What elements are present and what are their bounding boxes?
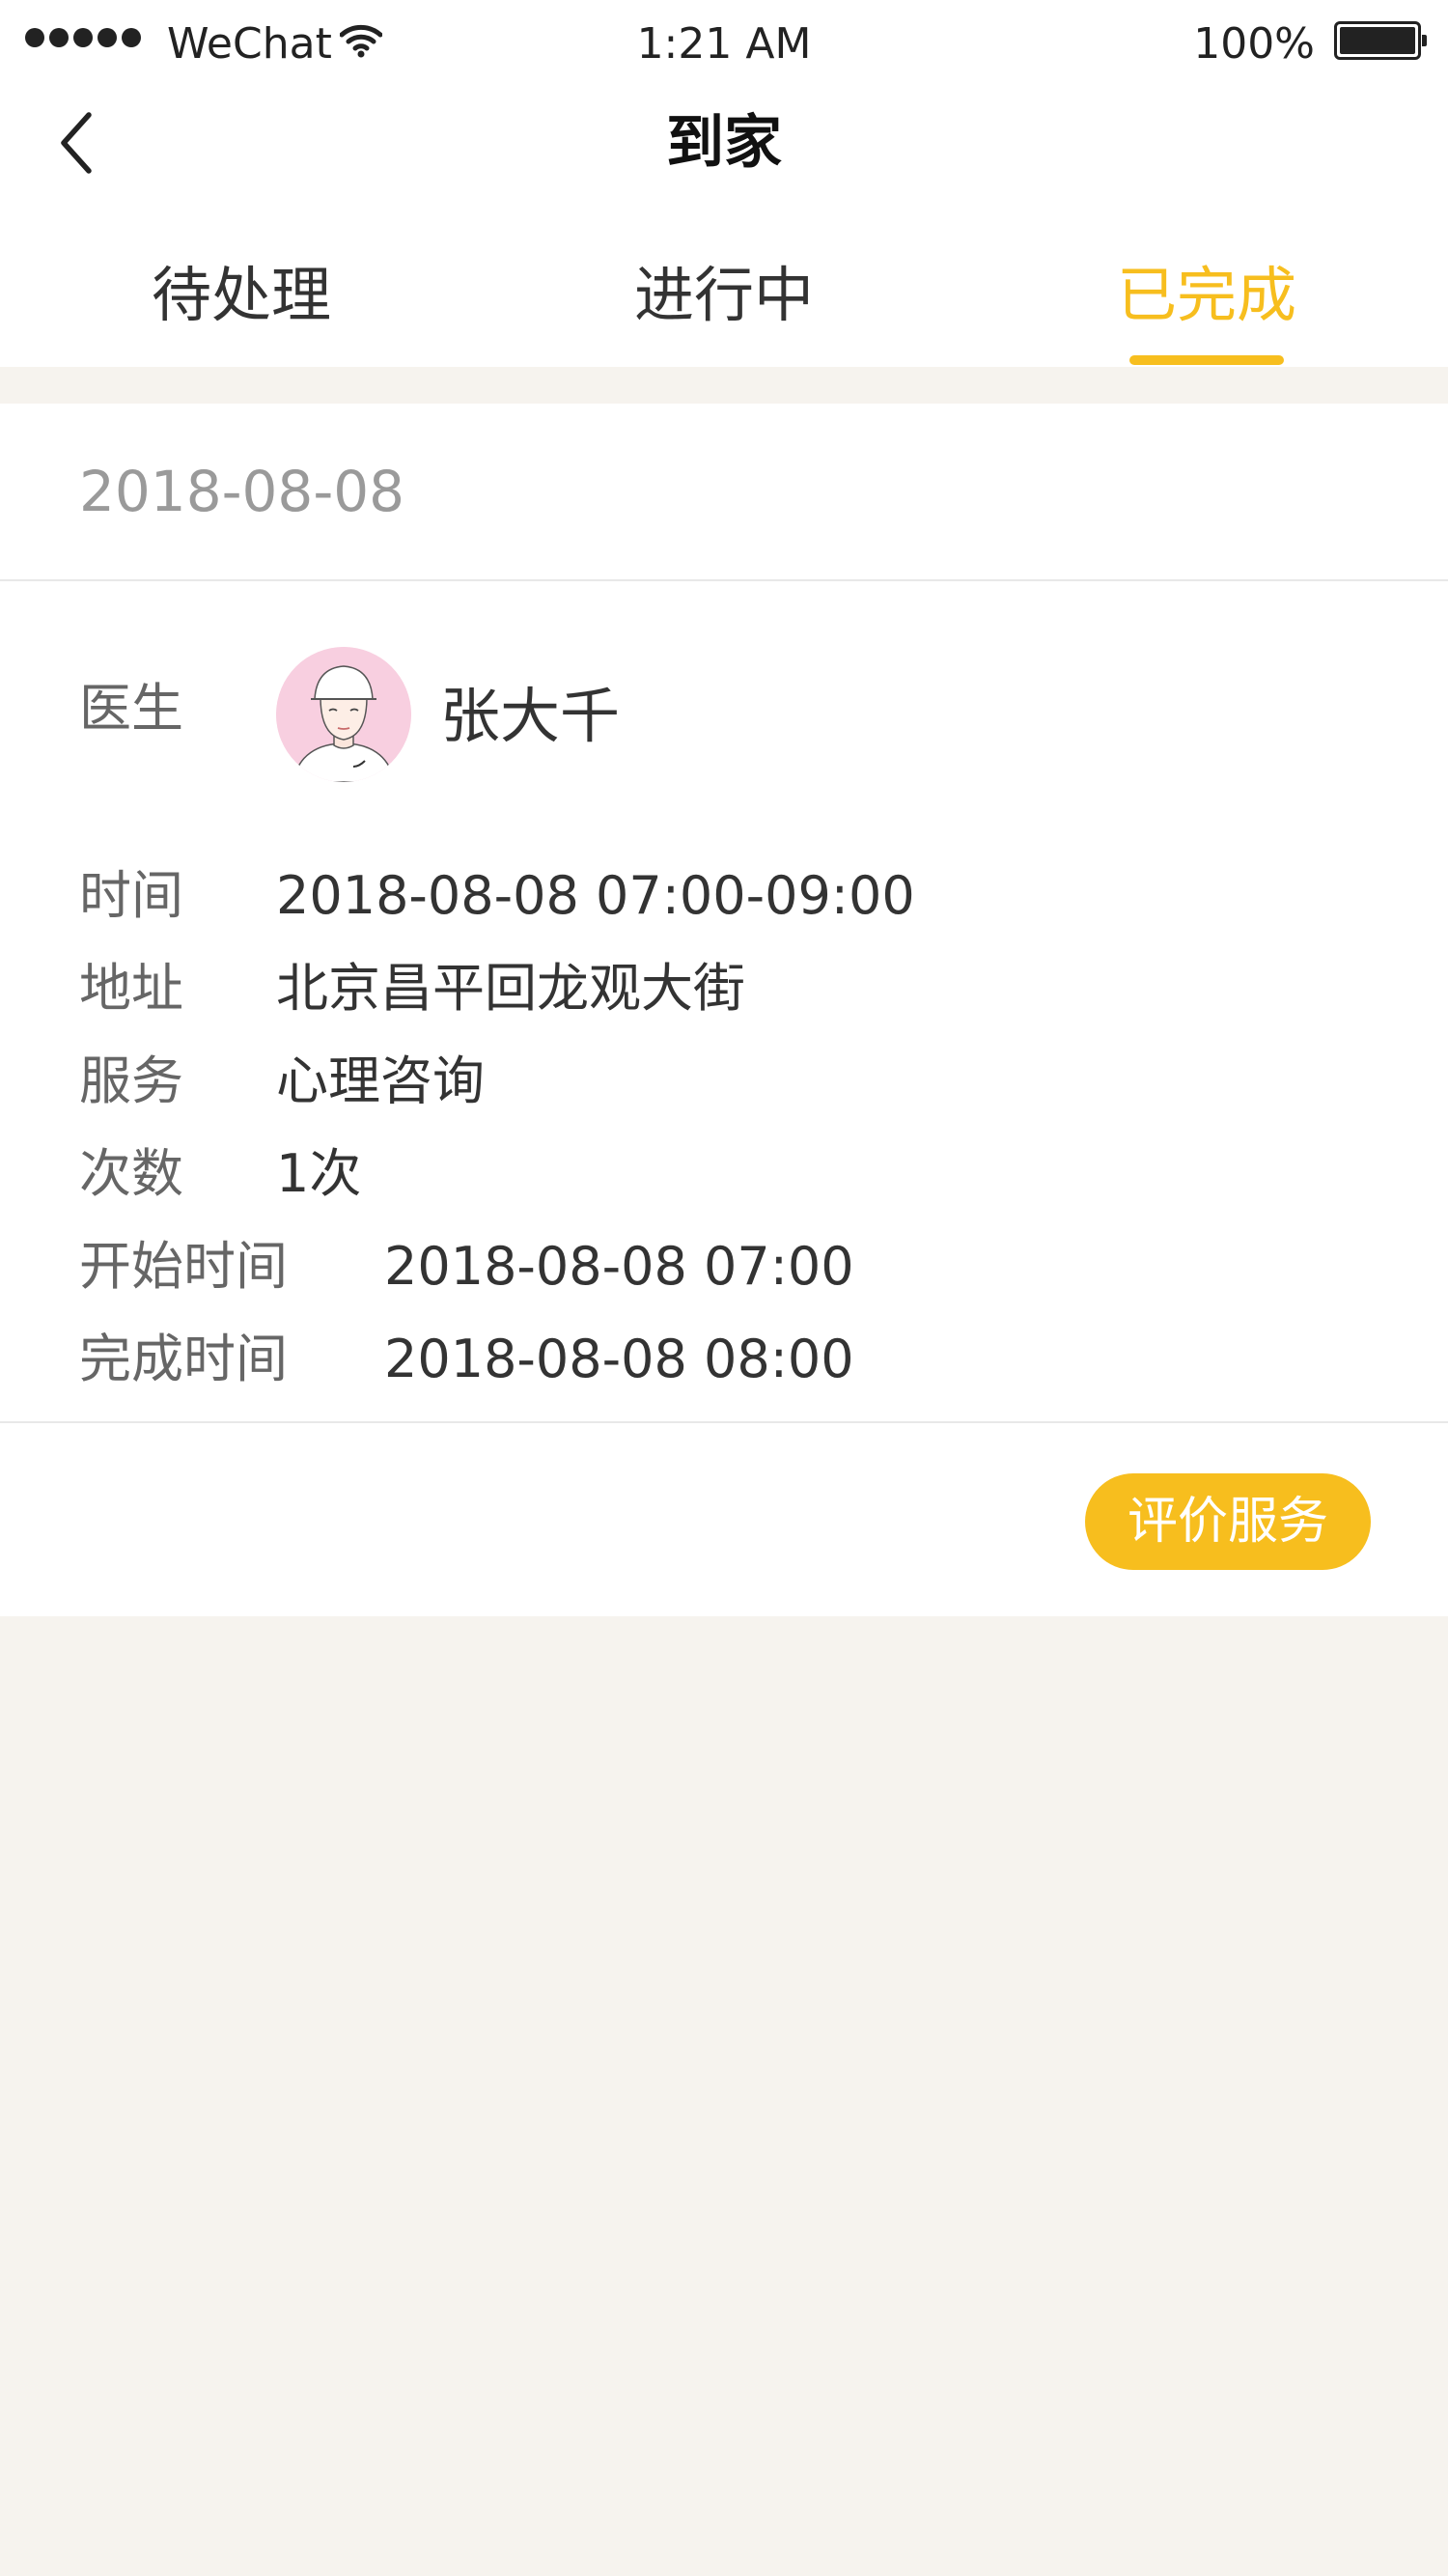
detail-label: 开始时间 (79, 1236, 288, 1297)
tab-label: 待处理 (151, 260, 331, 330)
tab-in-progress[interactable]: 进行中 (483, 201, 965, 367)
navigation-bar: 到家 (0, 85, 1448, 201)
tab-label: 已完成 (1116, 260, 1296, 330)
detail-value: 1次 (276, 1143, 362, 1204)
doctor-label: 医生 (79, 678, 183, 739)
status-bar: WeChat 1:21 AM 100% (0, 0, 1448, 85)
avatar (276, 647, 411, 782)
doctor-portrait-illustration (276, 647, 411, 782)
detail-row-time: 时间 2018-08-08 07:00-09:00 (0, 865, 1448, 927)
tab-label: 进行中 (633, 260, 814, 330)
page-title: 到家 (666, 109, 782, 177)
doctor-name: 张大千 (440, 681, 621, 751)
divider (0, 1421, 1448, 1423)
divider (0, 579, 1448, 581)
doctor-row: 医生 张大千 (0, 647, 1448, 782)
detail-value: 2018-08-08 07:00 (384, 1236, 854, 1297)
order-date: 2018-08-08 (79, 459, 405, 524)
battery-percentage: 100% (1193, 19, 1315, 69)
tab-completed[interactable]: 已完成 (965, 201, 1448, 367)
detail-row-service: 服务 心理咨询 (0, 1050, 1448, 1112)
battery-full-icon (1334, 21, 1427, 60)
detail-row-start-time: 开始时间 2018-08-08 07:00 (0, 1236, 1448, 1298)
detail-value: 心理咨询 (276, 1050, 485, 1111)
detail-label: 地址 (79, 958, 183, 1019)
detail-row-address: 地址 北京昌平回龙观大街 (0, 958, 1448, 1020)
tab-pending[interactable]: 待处理 (0, 201, 483, 367)
detail-label: 次数 (79, 1143, 183, 1204)
detail-label: 完成时间 (79, 1329, 288, 1389)
detail-value: 2018-08-08 08:00 (384, 1329, 854, 1389)
detail-row-finish-time: 完成时间 2018-08-08 08:00 (0, 1329, 1448, 1390)
rate-service-button[interactable]: 评价服务 (1085, 1473, 1371, 1570)
detail-value: 北京昌平回龙观大街 (276, 958, 745, 1019)
detail-row-count: 次数 1次 (0, 1143, 1448, 1205)
active-tab-indicator (1129, 355, 1284, 365)
detail-value: 2018-08-08 07:00-09:00 (276, 865, 915, 926)
status-tabs: 待处理 进行中 已完成 (0, 201, 1448, 367)
detail-label: 时间 (79, 865, 183, 926)
order-card: 2018-08-08 医生 张大千 时间 2018-08-08 07:00-09… (0, 404, 1448, 1616)
detail-label: 服务 (79, 1050, 183, 1111)
